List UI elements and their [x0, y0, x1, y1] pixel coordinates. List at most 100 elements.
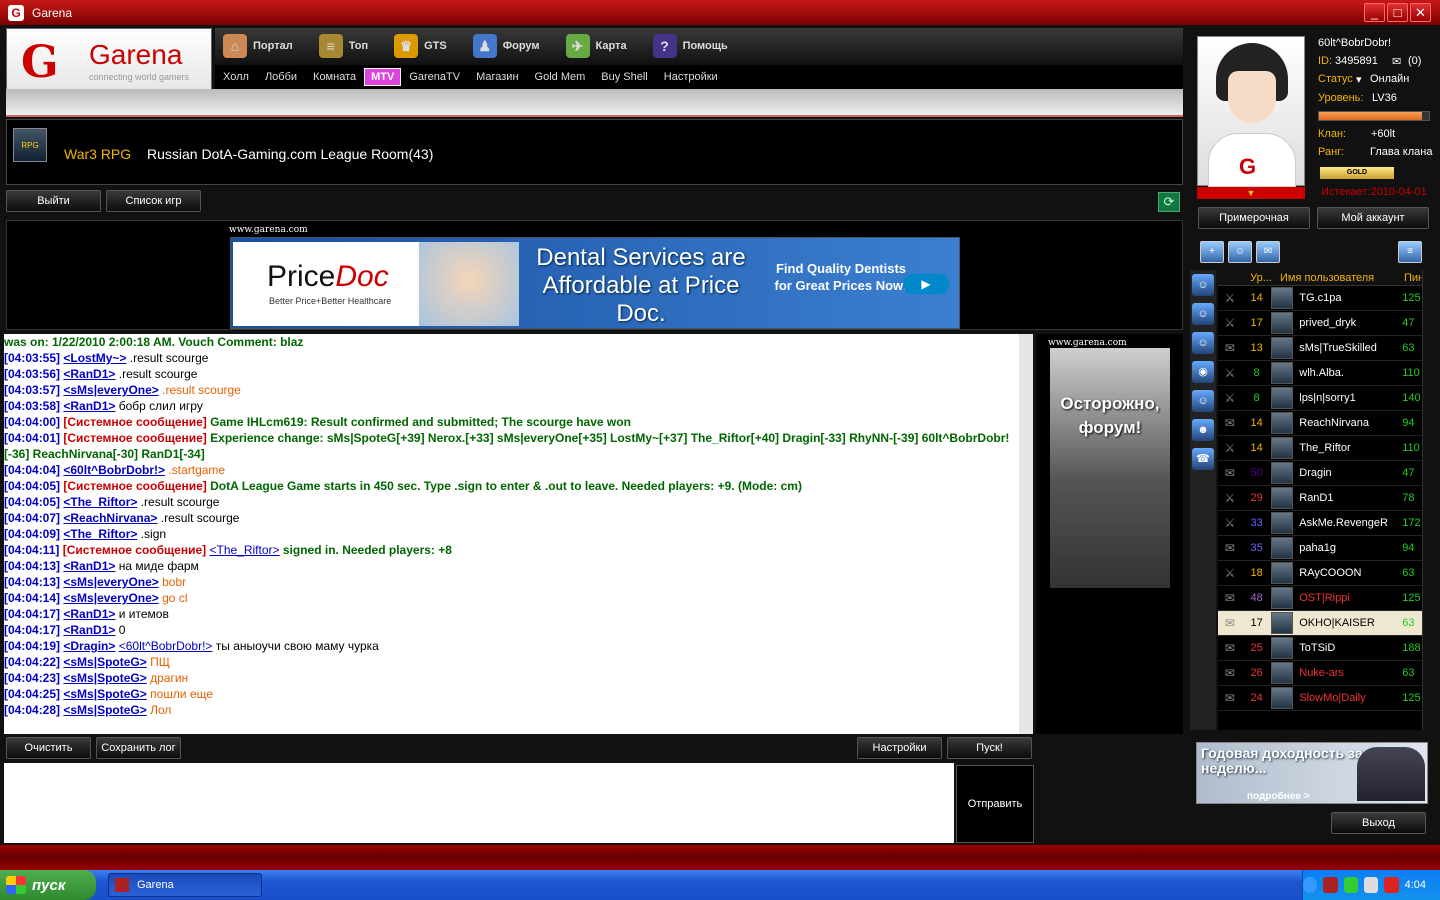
user-row[interactable]: ⚔ 8 lps|n|sorry1 140 [1218, 386, 1422, 411]
user-row[interactable]: ⚔ 14 TG.c1pa 125 [1218, 286, 1422, 311]
user-row[interactable]: ⚔ 14 The_Riftor 110 [1218, 436, 1422, 461]
tab-phone-icon[interactable]: ☎ [1192, 448, 1214, 470]
chat-log[interactable]: was on: 1/22/2010 2:00:18 AM. Vouch Comm… [4, 334, 1019, 734]
topnav-item-1[interactable]: ≡ Топ [311, 34, 368, 58]
user-row[interactable]: ⚔ 29 RanD1 78 [1218, 486, 1422, 511]
subnav-item-5[interactable]: Магазин [468, 71, 526, 83]
messages-icon[interactable]: ✉ [1256, 241, 1280, 263]
clear-button[interactable]: Очистить [6, 737, 91, 759]
chat-nick[interactable]: <RanD1> [63, 399, 115, 413]
subnav-item-1[interactable]: Лобби [257, 71, 305, 83]
chat-nick[interactable]: <ReachNirvana> [63, 511, 157, 525]
subnav-item-3[interactable]: MTV [364, 68, 402, 86]
tab-clan-icon[interactable]: ☺ [1192, 332, 1214, 354]
forum-warning-image[interactable]: Осторожно, форум! [1050, 348, 1170, 588]
play-arrow-icon[interactable]: ▶ [903, 274, 949, 294]
my-account-button[interactable]: Мой аккаунт [1317, 207, 1429, 229]
mail-icon[interactable]: ✉ [1392, 55, 1401, 68]
fitting-room-button[interactable]: Примерочная [1198, 207, 1310, 229]
tab-watch-icon[interactable]: ◉ [1192, 361, 1214, 383]
user-row[interactable]: ✉ 35 paha1g 94 [1218, 536, 1422, 561]
chat-nick[interactable]: <RanD1> [63, 367, 115, 381]
pricedoc-banner[interactable]: PriceDoc Better Price+Better Healthcare … [230, 237, 960, 329]
list-view-icon[interactable]: ≡ [1398, 241, 1422, 263]
exit-button[interactable]: Выйти [6, 190, 101, 212]
taskbar-item-garena[interactable]: Garena [108, 873, 262, 897]
launch-button[interactable]: Пуск! [947, 737, 1032, 759]
user-row[interactable]: ✉ 50 Dragin 47 [1218, 461, 1422, 486]
game-list-button[interactable]: Список игр [106, 190, 201, 212]
tab-friends-icon[interactable]: ☺ [1192, 303, 1214, 325]
settings-button[interactable]: Настройки [857, 737, 942, 759]
chat-nick[interactable]: <sMs|SpoteG> [63, 655, 146, 669]
topnav-item-3[interactable]: ♟ Форум [465, 34, 540, 58]
subnav-item-2[interactable]: Комната [305, 71, 364, 83]
user-row[interactable]: ✉ 13 sMs|TrueSkilled 63 [1218, 336, 1422, 361]
topnav-item-0[interactable]: ⌂ Портал [215, 34, 293, 58]
user-row[interactable]: ⚔ 33 AskMe.RevengeR 172 [1218, 511, 1422, 536]
profile-status[interactable]: Онлайн [1370, 73, 1409, 85]
chat-nick[interactable]: <The_Riftor> [63, 495, 137, 509]
subnav-item-8[interactable]: Настройки [656, 71, 726, 83]
tab-room-users-icon[interactable]: ☺ [1192, 274, 1214, 296]
avatar[interactable]: G [1197, 36, 1305, 187]
chat-nick[interactable]: <sMs|everyOne> [63, 591, 158, 605]
start-button[interactable]: пуск [0, 870, 96, 900]
chat-scrollbar[interactable] [1019, 334, 1033, 734]
topnav-item-4[interactable]: ✈ Карта [558, 34, 627, 58]
user-row[interactable]: ✉ 26 Nuke-ars 63 [1218, 661, 1422, 686]
chat-nick-mention[interactable]: <60lt^BobrDobr!> [119, 639, 213, 653]
logout-button[interactable]: Выход [1331, 812, 1426, 834]
avatar-dropdown-icon[interactable]: ▼ [1197, 187, 1305, 199]
subnav-item-0[interactable]: Холл [215, 71, 257, 83]
chat-nick[interactable]: <LostMy~> [63, 351, 126, 365]
topnav-item-2[interactable]: ♛ GTS [386, 34, 447, 58]
close-button[interactable]: ✕ [1410, 3, 1431, 22]
name-column-header[interactable]: Имя пользователя [1280, 270, 1404, 285]
tray-ati-icon[interactable] [1384, 877, 1399, 893]
minimize-button[interactable]: _ [1364, 3, 1385, 22]
chat-nick[interactable]: <RanD1> [63, 607, 115, 621]
chat-nick[interactable]: <sMs|everyOne> [63, 575, 158, 589]
tray-expand-icon[interactable] [1303, 877, 1318, 893]
subnav-item-7[interactable]: Buy Shell [593, 71, 655, 83]
group-icon[interactable]: ☺ [1228, 241, 1252, 263]
topnav-item-5[interactable]: ? Помощь [645, 34, 728, 58]
chat-input[interactable] [4, 763, 954, 843]
user-row[interactable]: ⚔ 8 wlh.Alba. 110 [1218, 361, 1422, 386]
ping-column-header[interactable]: Пин [1404, 270, 1422, 285]
subnav-item-6[interactable]: Gold Mem [527, 71, 594, 83]
user-row[interactable]: ✉ 17 OKHO|KAISER 63 [1218, 611, 1422, 636]
send-button[interactable]: Отправить [956, 765, 1034, 843]
chat-nick[interactable]: <The_Riftor> [209, 543, 279, 557]
maximize-button[interactable]: □ [1387, 3, 1408, 22]
tray-icq-icon[interactable] [1343, 877, 1358, 893]
chat-nick[interactable]: <The_Riftor> [63, 527, 137, 541]
save-log-button[interactable]: Сохранить лог [96, 737, 181, 759]
chat-nick[interactable]: <sMs|SpoteG> [63, 687, 146, 701]
user-list-scrollbar[interactable] [1422, 270, 1436, 730]
investment-ad-more[interactable]: подробнее > [1247, 791, 1310, 802]
chat-nick[interactable]: <sMs|SpoteG> [63, 671, 146, 685]
user-row[interactable]: ✉ 14 ReachNirvana 94 [1218, 411, 1422, 436]
subnav-item-4[interactable]: GarenaTV [401, 71, 468, 83]
user-row[interactable]: ✉ 24 SlowMo|Daily 125 [1218, 686, 1422, 711]
status-dropdown-icon[interactable]: ▾ [1356, 73, 1362, 86]
add-friend-icon[interactable]: + [1200, 241, 1224, 263]
investment-ad[interactable]: Годовая доходность за неделю... подробне… [1196, 742, 1428, 804]
tray-garena-icon[interactable] [1323, 877, 1338, 893]
level-column-header[interactable]: Ур... [1242, 270, 1280, 285]
user-row[interactable]: ✉ 48 OST|Rippi 125 [1218, 586, 1422, 611]
chat-nick[interactable]: <60lt^BobrDobr!> [63, 463, 165, 477]
chat-nick[interactable]: <sMs|SpoteG> [63, 703, 146, 717]
chat-nick[interactable]: <RanD1> [63, 623, 115, 637]
tab-groups-icon[interactable]: ☺ [1192, 390, 1214, 412]
user-row[interactable]: ✉ 25 ToTSiD 188 [1218, 636, 1422, 661]
tab-contact-icon[interactable]: ☻ [1192, 419, 1214, 441]
user-row[interactable]: ⚔ 18 RAyCOOON 63 [1218, 561, 1422, 586]
tray-network-icon[interactable] [1363, 877, 1379, 893]
user-row[interactable]: ⚔ 17 prived_dryk 47 [1218, 311, 1422, 336]
chat-nick[interactable]: <Dragin> [63, 639, 115, 653]
chat-nick[interactable]: <sMs|everyOne> [63, 383, 158, 397]
chat-nick[interactable]: <RanD1> [63, 559, 115, 573]
